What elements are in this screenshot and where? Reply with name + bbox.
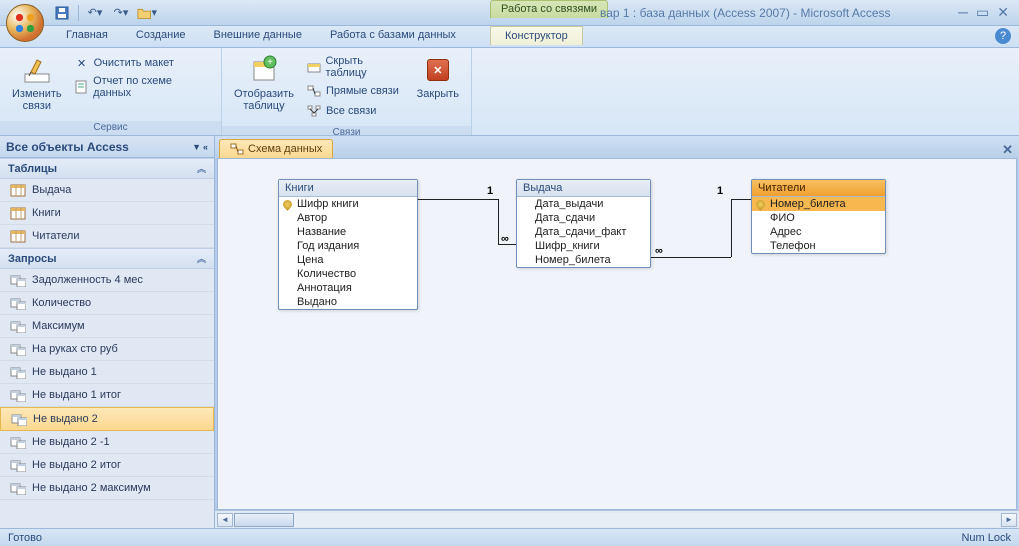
nav-item-query[interactable]: Количество	[0, 292, 214, 315]
nav-item-query[interactable]: Задолженность 4 мес	[0, 269, 214, 292]
table-field[interactable]: Шифр_книги	[517, 239, 650, 253]
table-books[interactable]: КнигиШифр книгиАвторНазваниеГод изданияЦ…	[278, 179, 418, 310]
relationship-report-button[interactable]: Отчет по схеме данных	[72, 74, 211, 100]
statusbar: Готово Num Lock	[0, 528, 1019, 546]
tab-design[interactable]: Конструктор	[490, 26, 583, 45]
hide-table-button[interactable]: Скрыть таблицу	[304, 54, 407, 80]
table-readers[interactable]: ЧитателиНомер_билетаФИОАдресТелефон	[751, 179, 886, 254]
table-title[interactable]: Книги	[279, 180, 417, 197]
table-field[interactable]: Дата_сдачи	[517, 211, 650, 225]
minimize-button[interactable]: ─	[958, 4, 968, 21]
nav-item-query[interactable]: Максимум	[0, 315, 214, 338]
nav-collapse-icon[interactable]: «	[203, 142, 208, 152]
table-field[interactable]: Шифр книги	[279, 197, 417, 211]
relationships-canvas[interactable]: 1 ∞ 1 ∞ КнигиШифр книгиАвторНазваниеГод …	[217, 158, 1017, 510]
doc-tab-schema[interactable]: Схема данных	[219, 139, 333, 158]
titlebar: ↶▾ ↷▾ ▾ Работа со связями вар 1 : база д…	[0, 0, 1019, 26]
tab-external-data[interactable]: Внешние данные	[200, 26, 316, 47]
doc-close-icon[interactable]: ✕	[1002, 142, 1013, 158]
close-relationships-button[interactable]: ✕ Закрыть	[411, 52, 465, 102]
open-folder-icon[interactable]: ▾	[137, 3, 157, 23]
help-icon[interactable]: ?	[995, 28, 1011, 44]
tab-database-tools[interactable]: Работа с базами данных	[316, 26, 470, 47]
quick-access-toolbar: ↶▾ ↷▾ ▾	[52, 3, 157, 23]
table-field[interactable]: Количество	[279, 267, 417, 281]
nav-item-query[interactable]: Не выдано 2 -1	[0, 431, 214, 454]
relation-cardinality-one: 1	[717, 185, 723, 197]
table-field[interactable]: Дата_сдачи_факт	[517, 225, 650, 239]
table-field[interactable]: Цена	[279, 253, 417, 267]
table-field[interactable]: Выдано	[279, 295, 417, 309]
relation-cardinality-many: ∞	[501, 233, 509, 245]
table-field[interactable]: Дата_выдачи	[517, 197, 650, 211]
ribbon-group-service: Сервис	[0, 121, 221, 135]
navigation-pane: Все объекты Access ▼« Таблицы︽ ВыдачаКни…	[0, 136, 215, 528]
status-numlock: Num Lock	[961, 532, 1011, 544]
table-field[interactable]: Название	[279, 225, 417, 239]
table-field[interactable]: Телефон	[752, 239, 885, 253]
tab-home[interactable]: Главная	[52, 26, 122, 47]
scroll-thumb[interactable]	[234, 513, 294, 527]
table-field[interactable]: Номер_билета	[752, 197, 885, 211]
all-relationships-button[interactable]: Все связи	[304, 102, 407, 120]
table-field[interactable]: Автор	[279, 211, 417, 225]
nav-item-query[interactable]: На руках сто руб	[0, 338, 214, 361]
scroll-right-icon[interactable]: ►	[1001, 513, 1017, 527]
nav-item-table[interactable]: Читатели	[0, 225, 214, 248]
ribbon: Изменить связи ✕Очистить макет Отчет по …	[0, 48, 1019, 136]
nav-item-query[interactable]: Не выдано 2 максимум	[0, 477, 214, 500]
table-title[interactable]: Выдача	[517, 180, 650, 197]
nav-item-table[interactable]: Книги	[0, 202, 214, 225]
chevron-up-icon: ︽	[197, 252, 206, 265]
table-field[interactable]: Аннотация	[279, 281, 417, 295]
nav-item-query[interactable]: Не выдано 2	[0, 407, 214, 431]
table-title[interactable]: Читатели	[752, 180, 885, 197]
svg-text:+: +	[267, 57, 273, 68]
tab-create[interactable]: Создание	[122, 26, 200, 47]
edit-relationships-button[interactable]: Изменить связи	[6, 52, 68, 114]
maximize-button[interactable]: ▭	[976, 4, 989, 21]
table-issue[interactable]: ВыдачаДата_выдачиДата_сдачиДата_сдачи_фа…	[516, 179, 651, 268]
ribbon-tabs: Главная Создание Внешние данные Работа с…	[0, 26, 1019, 48]
table-field[interactable]: ФИО	[752, 211, 885, 225]
relation-cardinality-many: ∞	[655, 245, 663, 257]
close-button[interactable]: ✕	[997, 4, 1009, 21]
table-field[interactable]: Номер_билета	[517, 253, 650, 267]
table-field[interactable]: Год издания	[279, 239, 417, 253]
nav-item-query[interactable]: Не выдано 1	[0, 361, 214, 384]
undo-icon[interactable]: ↶▾	[85, 3, 105, 23]
table-field[interactable]: Адрес	[752, 225, 885, 239]
context-tab-group-label: Работа со связями	[490, 0, 608, 18]
scroll-left-icon[interactable]: ◄	[217, 513, 233, 527]
status-ready: Готово	[8, 532, 42, 544]
direct-relationships-button[interactable]: Прямые связи	[304, 82, 407, 100]
nav-pane-header[interactable]: Все объекты Access ▼«	[0, 136, 214, 158]
chevron-up-icon: ︽	[197, 162, 206, 175]
relation-cardinality-one: 1	[487, 185, 493, 197]
nav-dropdown-icon[interactable]: ▼	[192, 142, 201, 152]
clear-layout-button[interactable]: ✕Очистить макет	[72, 54, 211, 72]
nav-item-table[interactable]: Выдача	[0, 179, 214, 202]
relationships-icon	[230, 143, 244, 155]
show-table-button[interactable]: + Отобразить таблицу	[228, 52, 300, 114]
office-button[interactable]	[6, 4, 44, 42]
nav-group-tables[interactable]: Таблицы︽	[0, 158, 214, 179]
redo-icon[interactable]: ↷▾	[111, 3, 131, 23]
document-tabs: Схема данных ✕	[215, 136, 1019, 158]
horizontal-scrollbar[interactable]: ◄ ►	[215, 510, 1019, 528]
window-title: вар 1 : база данных (Access 2007) - Micr…	[600, 6, 891, 20]
nav-group-queries[interactable]: Запросы︽	[0, 248, 214, 269]
nav-item-query[interactable]: Не выдано 1 итог	[0, 384, 214, 407]
nav-item-query[interactable]: Не выдано 2 итог	[0, 454, 214, 477]
save-icon[interactable]	[52, 3, 72, 23]
